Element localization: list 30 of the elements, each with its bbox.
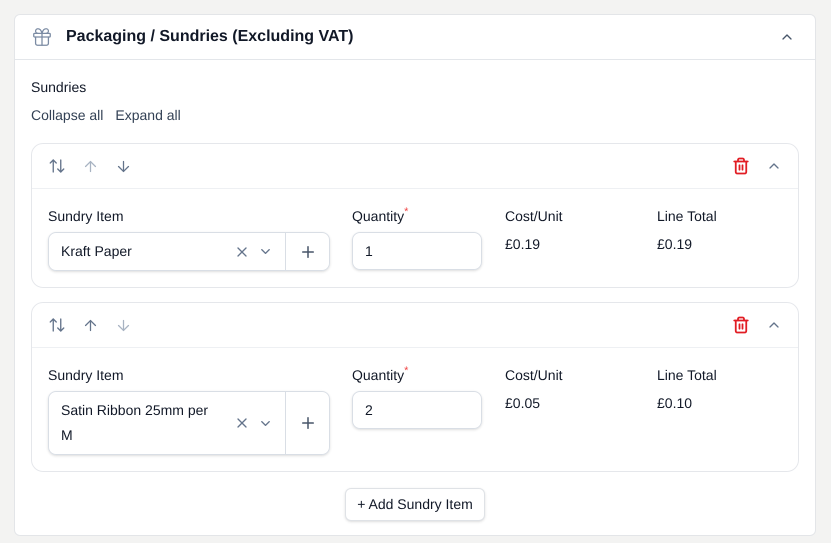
cost-value: £0.05: [505, 394, 542, 413]
delete-icon[interactable]: [732, 316, 750, 334]
required-mark: *: [404, 206, 408, 220]
action-link[interactable]: Expand all: [115, 105, 181, 125]
select-value: Satin Ribbon 25mm per M: [61, 401, 210, 445]
field-label: Cost/Unit: [505, 366, 564, 385]
item-select[interactable]: Kraft Paper: [48, 232, 330, 271]
add-sundry-button[interactable]: + Add Sundry Item: [345, 488, 485, 521]
panel-title: Packaging / Sundries (Excluding VAT): [66, 27, 354, 47]
required-mark: *: [404, 365, 408, 379]
field-label: Sundry Item: [48, 366, 124, 385]
reorder-icon[interactable]: [48, 157, 66, 175]
select-value: Kraft Paper: [61, 242, 133, 261]
line-total-value: £0.10: [657, 394, 694, 413]
field-label: Quantity: [352, 207, 404, 226]
action-link[interactable]: Collapse all: [31, 105, 104, 125]
delete-icon[interactable]: [732, 157, 750, 175]
gift-icon: [31, 26, 53, 48]
cost-value: £0.19: [505, 235, 542, 254]
field-label: Line Total: [657, 366, 717, 385]
section-label: Sundries: [31, 78, 88, 97]
field-label: Quantity: [352, 366, 404, 385]
line-total-value: £0.19: [657, 235, 694, 254]
quantity-field[interactable]: 1: [352, 232, 482, 270]
field-label: Cost/Unit: [505, 207, 564, 226]
quantity-field[interactable]: 2: [352, 391, 482, 429]
field-label: Line Total: [657, 207, 717, 226]
item-select[interactable]: Satin Ribbon 25mm per M: [48, 391, 330, 455]
field-label: Sundry Item: [48, 207, 124, 226]
reorder-icon[interactable]: [48, 316, 66, 334]
